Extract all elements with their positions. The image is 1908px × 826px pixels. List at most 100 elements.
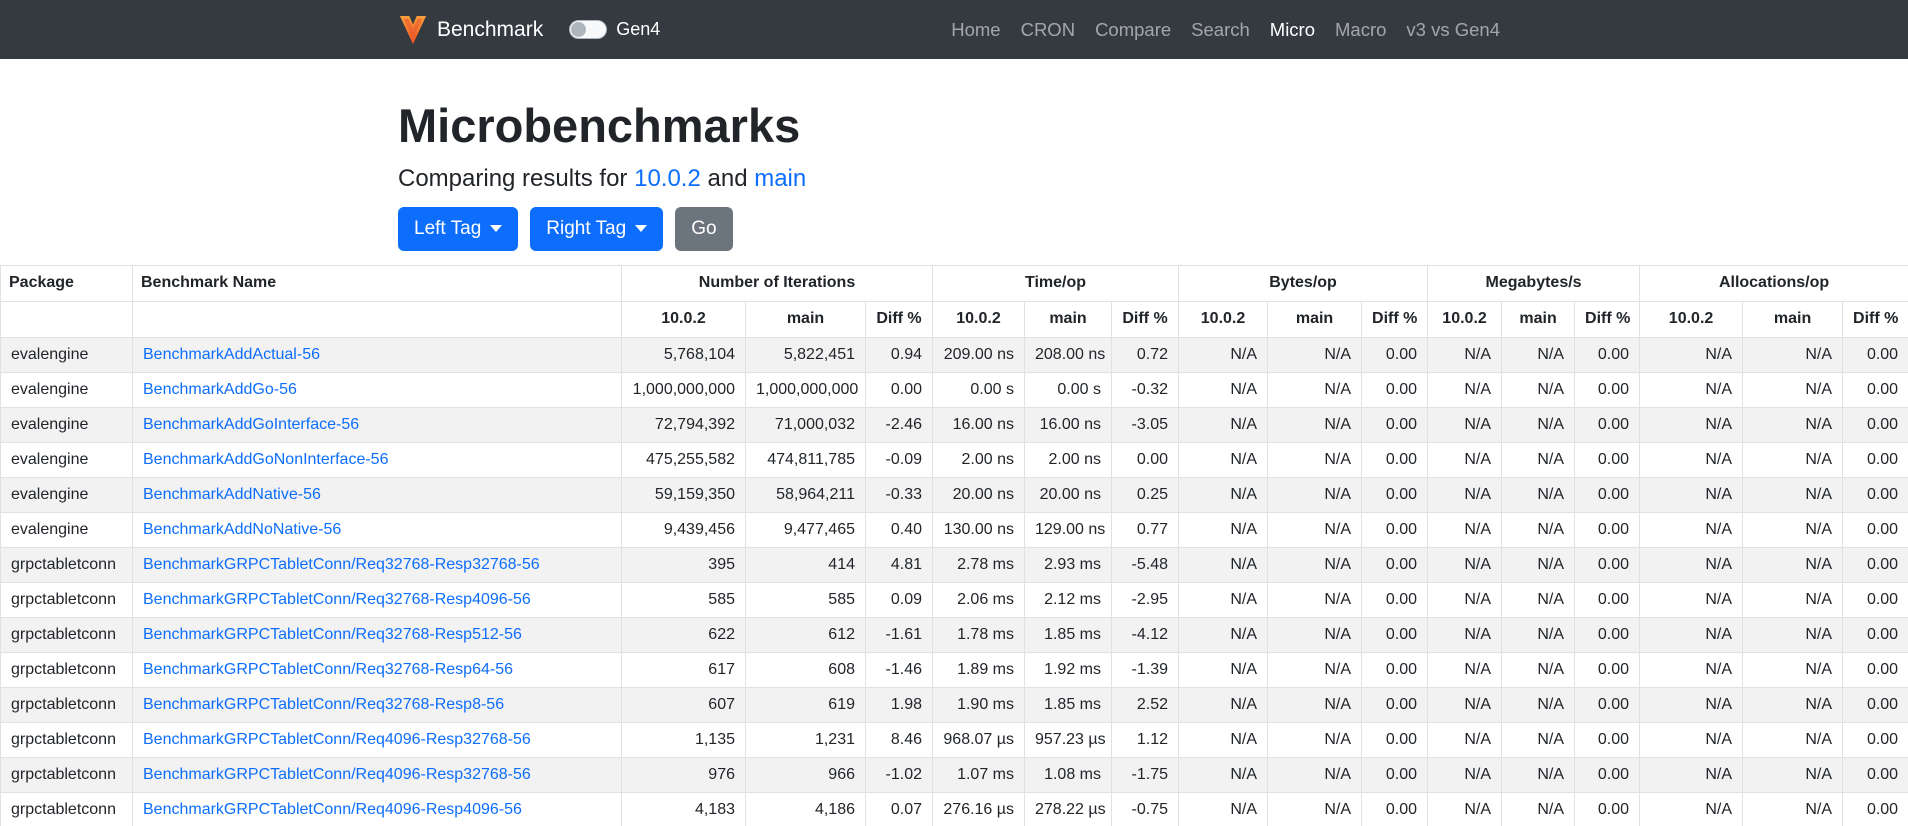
left-tag-dropdown[interactable]: Left Tag: [398, 206, 519, 251]
value-cell: N/A: [1178, 581, 1269, 618]
value-cell: 968.07 µs: [932, 721, 1025, 758]
benchmark-link[interactable]: BenchmarkGRPCTabletConn/Req32768-Resp8-5…: [143, 696, 504, 713]
sub-header-right: main: [1267, 300, 1363, 338]
value-cell: -0.75: [1110, 791, 1180, 826]
benchmark-link[interactable]: BenchmarkAddGoInterface-56: [143, 416, 359, 433]
benchmark-link[interactable]: BenchmarkGRPCTabletConn/Req4096-Resp3276…: [143, 731, 531, 748]
value-cell: 2.12 ms: [1024, 581, 1112, 618]
go-button[interactable]: Go: [675, 206, 733, 251]
table-row: grpctabletconn BenchmarkGRPCTabletConn/Re…: [0, 546, 1908, 583]
value-cell: N/A: [1178, 336, 1269, 373]
nav-item-cron[interactable]: CRON: [1011, 11, 1085, 49]
value-cell: 1,000,000,000: [621, 371, 746, 408]
value-cell: 0.00: [1842, 511, 1908, 548]
value-cell: 0.00: [1361, 511, 1429, 548]
benchmark-table: Package Benchmark Name Number of Iterati…: [0, 264, 1908, 826]
value-cell: 9,439,456: [621, 511, 746, 548]
value-cell: 1.85 ms: [1024, 616, 1112, 653]
value-cell: N/A: [1639, 651, 1744, 688]
value-cell: 16.00 ns: [932, 406, 1025, 443]
benchmark-link[interactable]: BenchmarkAddNative-56: [143, 486, 321, 503]
value-cell: 622: [621, 616, 746, 653]
value-cell: 2.00 ns: [932, 441, 1025, 478]
value-cell: 0.00: [1842, 581, 1908, 618]
value-cell: N/A: [1267, 721, 1363, 758]
value-cell: 2.06 ms: [932, 581, 1025, 618]
benchmark-link[interactable]: BenchmarkGRPCTabletConn/Req32768-Resp327…: [143, 556, 540, 573]
value-cell: 0.00: [1842, 651, 1908, 688]
value-cell: 2.52: [1110, 686, 1180, 723]
value-cell: N/A: [1639, 686, 1744, 723]
table-row: grpctabletconn BenchmarkGRPCTabletConn/Re…: [0, 686, 1908, 723]
right-tag-dropdown[interactable]: Right Tag: [530, 206, 664, 251]
value-cell: N/A: [1742, 581, 1844, 618]
brand-link[interactable]: Benchmark: [398, 13, 543, 47]
value-cell: N/A: [1501, 581, 1576, 618]
sub-header-left: 10.0.2: [621, 300, 746, 338]
package-cell: evalengine: [0, 441, 133, 478]
value-cell: N/A: [1639, 756, 1744, 793]
benchmark-table-body: evalengine BenchmarkAddActual-56 5,768,104…: [0, 336, 1908, 826]
value-cell: N/A: [1742, 616, 1844, 653]
package-cell: grpctabletconn: [0, 546, 133, 583]
value-cell: 0.00: [1842, 441, 1908, 478]
value-cell: 1.08 ms: [1024, 756, 1112, 793]
table-row: evalengine BenchmarkAddActual-56 5,768,104…: [0, 336, 1908, 373]
benchmark-link[interactable]: BenchmarkAddActual-56: [143, 346, 320, 363]
nav-item-compare[interactable]: Compare: [1085, 11, 1181, 49]
value-cell: 0.00 s: [932, 371, 1025, 408]
nav-item-home[interactable]: Home: [941, 11, 1010, 49]
value-cell: 72,794,392: [621, 406, 746, 443]
value-cell: 608: [745, 651, 866, 688]
value-cell: N/A: [1178, 406, 1269, 443]
value-cell: 1.98: [865, 686, 933, 723]
benchmark-link[interactable]: BenchmarkAddGoNonInterface-56: [143, 451, 388, 468]
value-cell: 0.00: [1842, 371, 1908, 408]
value-cell: N/A: [1639, 441, 1744, 478]
table-row: evalengine BenchmarkAddGoNonInterface-56 4…: [0, 441, 1908, 478]
group-header-allocations-op: Allocations/op: [1639, 264, 1908, 302]
value-cell: N/A: [1267, 371, 1363, 408]
value-cell: 0.00: [1574, 651, 1641, 688]
sub-header-left: 10.0.2: [932, 300, 1025, 338]
value-cell: 617: [621, 651, 746, 688]
empty-header-cell: [0, 300, 133, 338]
table-row: grpctabletconn BenchmarkGRPCTabletConn/Re…: [0, 756, 1908, 793]
value-cell: 395: [621, 546, 746, 583]
benchmark-link[interactable]: BenchmarkAddGo-56: [143, 381, 297, 398]
nav-item-v3-vs-gen4[interactable]: v3 vs Gen4: [1396, 11, 1510, 49]
value-cell: 966: [745, 756, 866, 793]
benchmark-link[interactable]: BenchmarkGRPCTabletConn/Req32768-Resp64-…: [143, 661, 513, 678]
value-cell: 0.00: [1842, 546, 1908, 583]
benchmark-link[interactable]: BenchmarkGRPCTabletConn/Req32768-Resp409…: [143, 591, 531, 608]
value-cell: 957.23 µs: [1024, 721, 1112, 758]
value-cell: N/A: [1427, 651, 1503, 688]
group-header-bytes-op: Bytes/op: [1178, 264, 1429, 302]
value-cell: N/A: [1427, 546, 1503, 583]
gen4-toggle[interactable]: [569, 20, 608, 39]
nav-item-micro[interactable]: Micro: [1260, 11, 1325, 49]
nav-item-search[interactable]: Search: [1181, 11, 1260, 49]
value-cell: 0.00: [1361, 791, 1429, 826]
benchmark-name-cell: BenchmarkAddGoNonInterface-56: [132, 441, 622, 478]
value-cell: 0.00: [1110, 441, 1180, 478]
value-cell: 0.00: [1574, 406, 1641, 443]
sub-header-diff: Diff %: [865, 300, 933, 338]
value-cell: 0.00: [1574, 686, 1641, 723]
table-row: grpctabletconn BenchmarkGRPCTabletConn/Re…: [0, 791, 1908, 826]
benchmark-name-cell: BenchmarkGRPCTabletConn/Req32768-Resp8-5…: [132, 686, 622, 723]
benchmark-link[interactable]: BenchmarkAddNoNative-56: [143, 521, 341, 538]
tag-controls: Left Tag Right Tag Go: [398, 206, 1510, 251]
value-cell: N/A: [1639, 406, 1744, 443]
value-cell: -0.09: [865, 441, 933, 478]
nav-item-macro[interactable]: Macro: [1325, 11, 1396, 49]
right-ref-link[interactable]: main: [754, 165, 806, 192]
benchmark-link[interactable]: BenchmarkGRPCTabletConn/Req32768-Resp512…: [143, 626, 522, 643]
benchmark-link[interactable]: BenchmarkGRPCTabletConn/Req4096-Resp3276…: [143, 766, 531, 783]
value-cell: N/A: [1501, 511, 1576, 548]
benchmark-name-cell: BenchmarkGRPCTabletConn/Req4096-Resp4096…: [132, 791, 622, 826]
benchmark-link[interactable]: BenchmarkGRPCTabletConn/Req4096-Resp4096…: [143, 801, 522, 818]
sub-header-right: main: [1024, 300, 1112, 338]
package-cell: evalengine: [0, 406, 133, 443]
left-ref-link[interactable]: 10.0.2: [634, 165, 701, 192]
